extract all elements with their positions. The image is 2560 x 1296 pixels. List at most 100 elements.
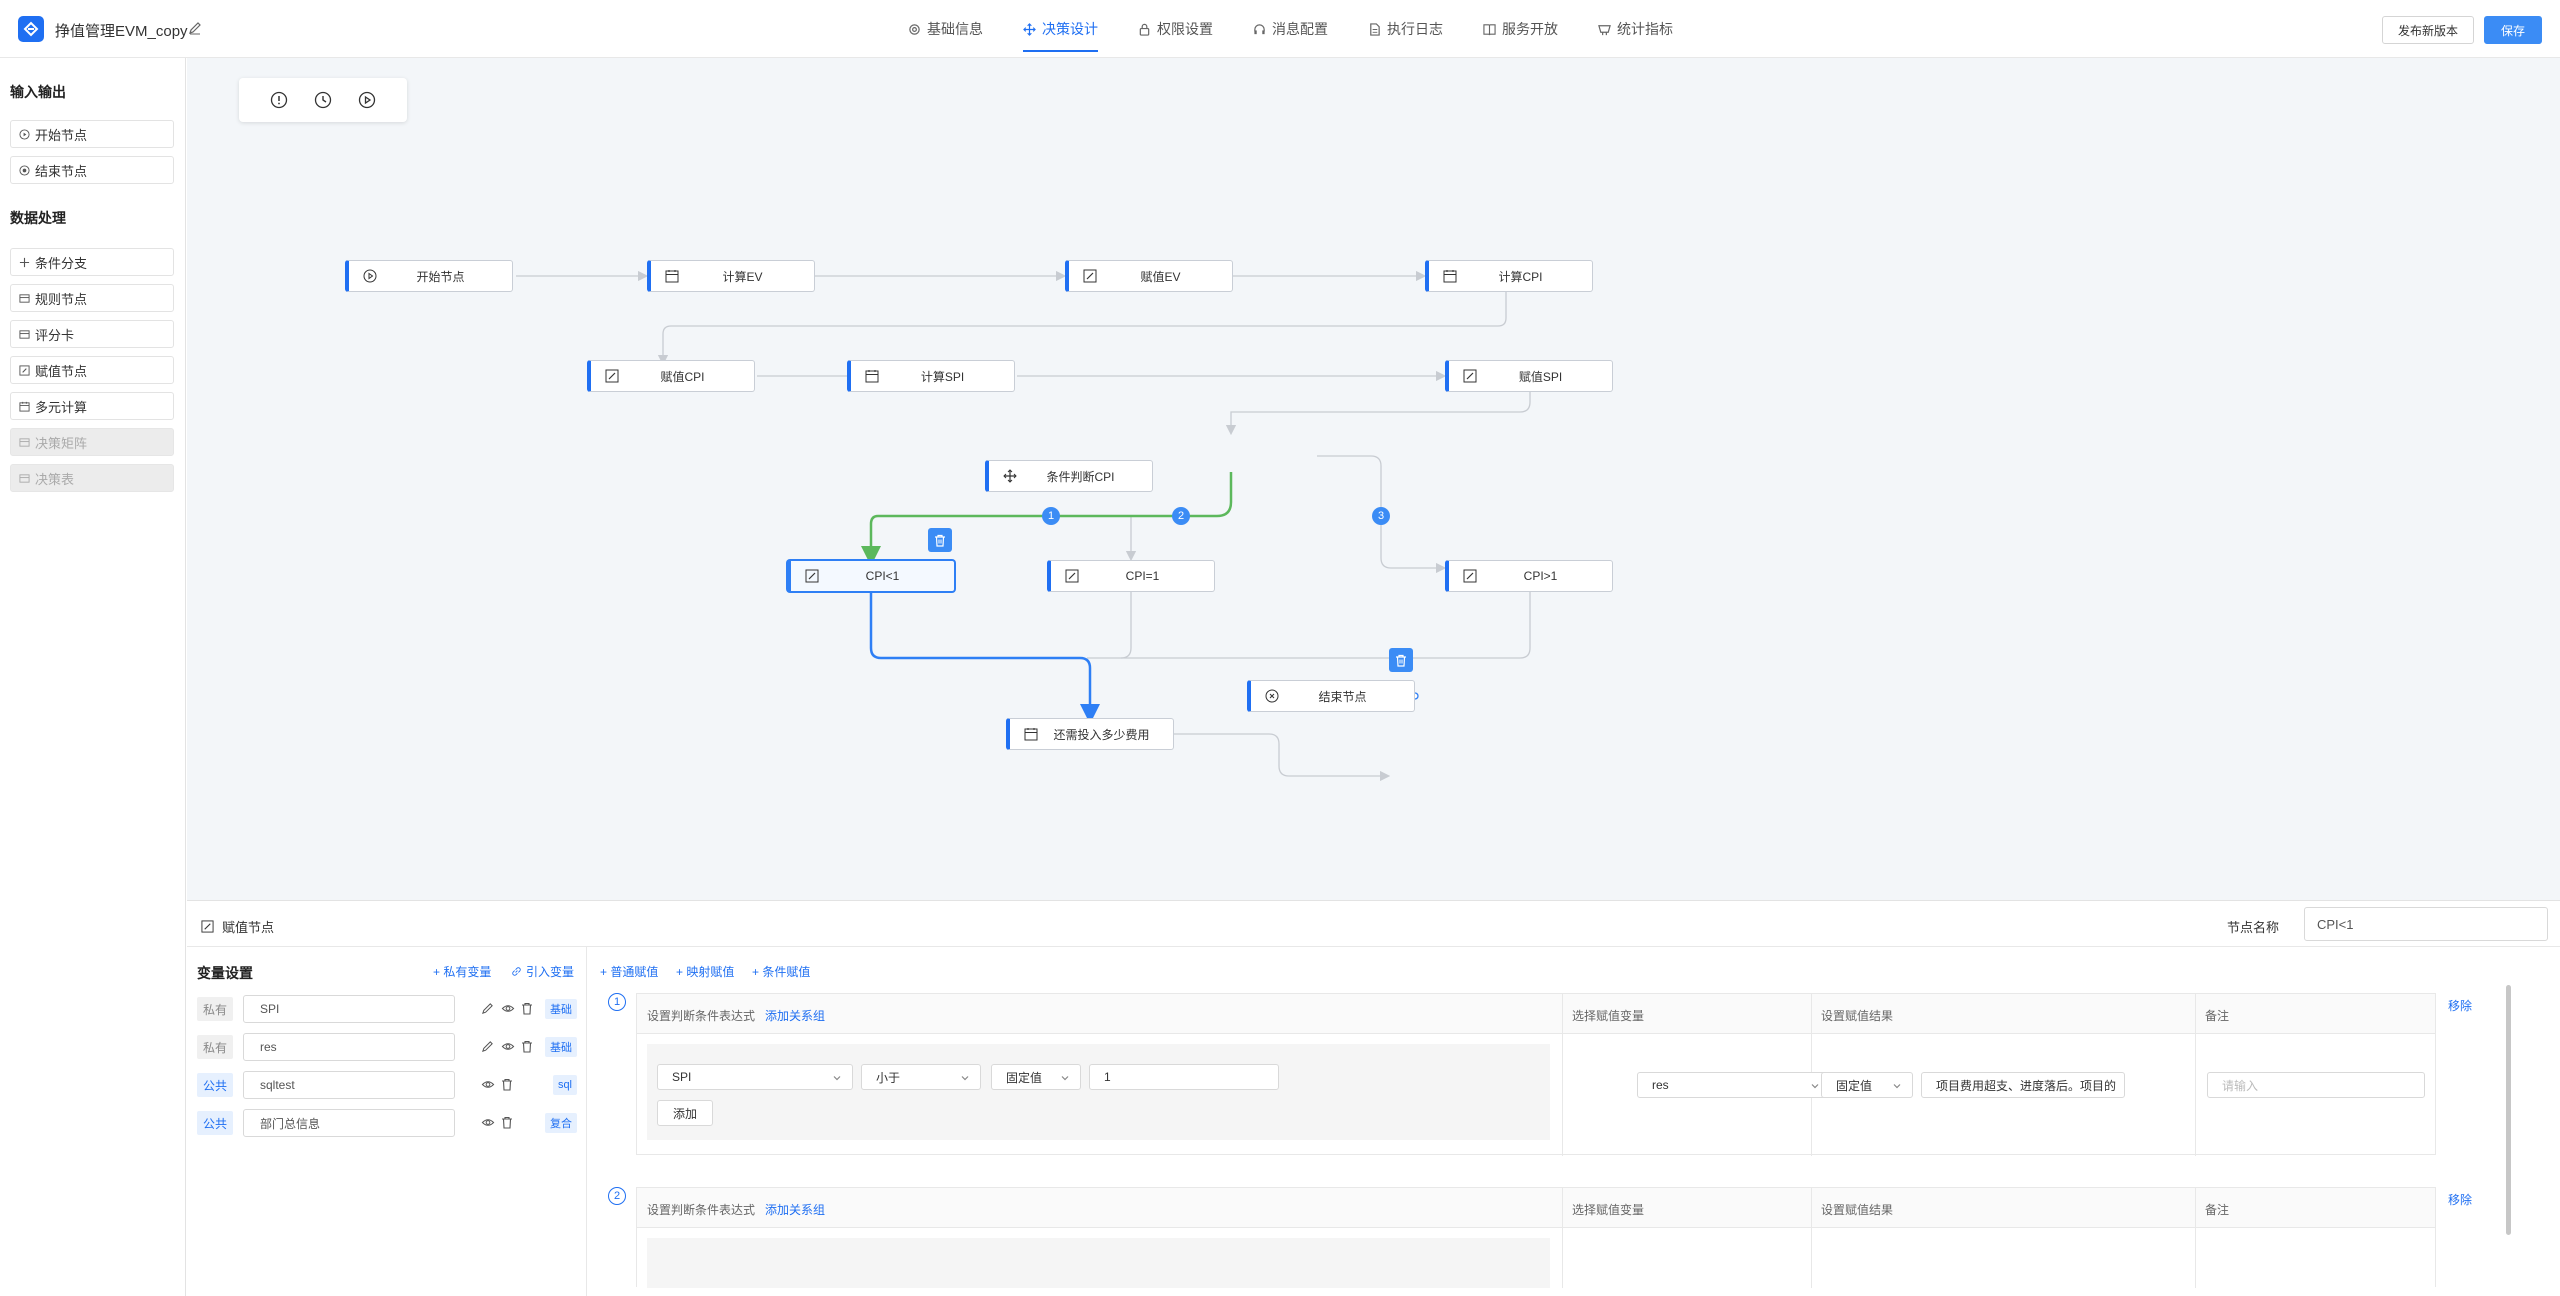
rule-number: 2 bbox=[608, 1187, 626, 1205]
tab-normal-assign[interactable]: + 普通赋值 bbox=[600, 963, 658, 980]
variable-name-input[interactable]: sqltest bbox=[243, 1071, 455, 1099]
tab-permissions[interactable]: 权限设置 bbox=[1118, 0, 1233, 58]
play-icon bbox=[19, 128, 30, 140]
value-type-select[interactable]: 固定值 bbox=[991, 1064, 1081, 1090]
calendar-icon bbox=[665, 269, 679, 283]
condition-group: SPI 小于 固定值 1 添加 bbox=[647, 1044, 1550, 1140]
branch-badge-2[interactable]: 2 bbox=[1172, 507, 1190, 525]
variable-name-input[interactable]: res bbox=[243, 1033, 455, 1061]
palette-item-label: 结束节点 bbox=[35, 163, 88, 179]
flow-node-calc-ev[interactable]: 计算EV bbox=[647, 260, 815, 292]
calendar-icon bbox=[19, 401, 30, 412]
tab-service-open[interactable]: 服务开放 bbox=[1463, 0, 1578, 58]
tab-statistics[interactable]: 统计指标 bbox=[1578, 0, 1693, 58]
edge bbox=[1120, 592, 1132, 659]
add-relation-group-link[interactable]: 添加关系组 bbox=[765, 1009, 825, 1023]
rule-body: SPI 小于 固定值 1 添加 res 固定值 项目费用超支、进度落后。项目的 … bbox=[637, 1034, 2435, 1154]
branch-badge-3[interactable]: 3 bbox=[1372, 507, 1390, 525]
tab-condition-assign[interactable]: + 条件赋值 bbox=[752, 963, 810, 980]
flow-node-cpi-lt-1[interactable]: CPI<1 bbox=[787, 560, 955, 592]
tab-basic-info[interactable]: 基础信息 bbox=[888, 0, 1003, 58]
delete-variable-icon[interactable] bbox=[501, 1078, 513, 1091]
flow-node-calc-spi[interactable]: 计算SPI bbox=[847, 360, 1015, 392]
operator-select[interactable]: 小于 bbox=[861, 1064, 981, 1090]
palette-item-assign-node[interactable]: 赋值节点 bbox=[10, 356, 174, 384]
tab-decision-design[interactable]: 决策设计 bbox=[1003, 0, 1118, 58]
table-icon bbox=[19, 473, 30, 484]
result-type-select[interactable]: 固定值 bbox=[1821, 1072, 1913, 1098]
variable-name-input[interactable]: 部门总信息 bbox=[243, 1109, 455, 1137]
palette-item-rule-node[interactable]: 规则节点 bbox=[10, 284, 174, 312]
scope-badge: 私有 bbox=[197, 1035, 233, 1059]
palette-item-multi-calc[interactable]: 多元计算 bbox=[10, 392, 174, 420]
flow-node-end[interactable]: 结束节点 bbox=[1247, 680, 1415, 712]
delete-variable-icon[interactable] bbox=[521, 1002, 533, 1015]
headset-icon bbox=[1253, 23, 1266, 36]
view-variable-icon[interactable] bbox=[501, 1040, 515, 1053]
top-header: 挣值管理EVM_copy 基础信息 决策设计 权限设置 消息配置 执行日志 服务… bbox=[0, 0, 2560, 58]
import-variable-link[interactable]: 引入变量 bbox=[511, 963, 574, 980]
edit-variable-icon[interactable] bbox=[481, 1002, 494, 1015]
variable-name-input[interactable]: SPI bbox=[243, 995, 455, 1023]
remove-rule-link[interactable]: 移除 bbox=[2448, 1191, 2472, 1208]
flow-node-remaining-cost[interactable]: 还需投入多少费用 bbox=[1006, 718, 1174, 750]
palette-item-start-node[interactable]: 开始节点 bbox=[10, 120, 174, 148]
view-variable-icon[interactable] bbox=[501, 1002, 515, 1015]
palette-item-end-node[interactable]: 结束节点 bbox=[10, 156, 174, 184]
rule-table-2: 设置判断条件表达式 添加关系组 选择赋值变量 设置赋值结果 备注 bbox=[636, 1187, 2436, 1288]
publish-version-button[interactable]: 发布新版本 bbox=[2382, 16, 2474, 44]
palette-item-condition-branch[interactable]: 条件分支 bbox=[10, 248, 174, 276]
node-name-input[interactable]: CPI<1 bbox=[2304, 907, 2548, 941]
tab-label: 基础信息 bbox=[927, 21, 983, 37]
assign-variable-select[interactable]: res bbox=[1637, 1072, 1831, 1098]
file-icon bbox=[1368, 22, 1381, 36]
rules-scrollbar[interactable] bbox=[2506, 985, 2511, 1235]
edge-selected bbox=[869, 592, 1100, 724]
tab-mapping-assign[interactable]: + 映射赋值 bbox=[676, 963, 734, 980]
save-button[interactable]: 保存 bbox=[2484, 16, 2542, 44]
delete-variable-icon[interactable] bbox=[501, 1116, 513, 1129]
palette-item-label: 开始节点 bbox=[35, 127, 88, 143]
flow-node-condition-cpi[interactable]: 条件判断CPI bbox=[985, 460, 1153, 492]
branch-icon bbox=[19, 257, 30, 268]
flow-node-start[interactable]: 开始节点 bbox=[345, 260, 513, 292]
note-input[interactable]: 请输入 bbox=[2207, 1072, 2425, 1098]
add-private-variable-link[interactable]: + 私有变量 bbox=[433, 963, 491, 980]
chevron-down-icon bbox=[1061, 1076, 1069, 1081]
section-title-data: 数据处理 bbox=[10, 210, 66, 226]
add-condition-button[interactable]: 添加 bbox=[657, 1100, 713, 1126]
view-variable-icon[interactable] bbox=[481, 1078, 495, 1091]
edit-icon bbox=[605, 369, 619, 383]
edit-title-icon[interactable] bbox=[188, 21, 202, 38]
result-value-input[interactable]: 项目费用超支、进度落后。项目的 bbox=[1921, 1072, 2125, 1098]
node-config-panel: 赋值节点 节点名称 CPI<1 变量设置 + 私有变量 引入变量 私有 SPI … bbox=[187, 900, 2560, 1296]
play-icon bbox=[363, 269, 377, 283]
delete-node-button[interactable] bbox=[928, 528, 952, 552]
add-relation-group-link[interactable]: 添加关系组 bbox=[765, 1203, 825, 1217]
flow-node-assign-ev[interactable]: 赋值EV bbox=[1065, 260, 1233, 292]
tab-exec-log[interactable]: 执行日志 bbox=[1348, 0, 1463, 58]
chart-icon bbox=[1598, 23, 1611, 36]
flow-node-calc-cpi[interactable]: 计算CPI bbox=[1425, 260, 1593, 292]
flow-node-cpi-gt-1[interactable]: CPI>1 bbox=[1445, 560, 1613, 592]
cond-header-label: 设置判断条件表达式 bbox=[647, 1009, 756, 1023]
stop-icon bbox=[1265, 689, 1279, 703]
palette-item-label: 多元计算 bbox=[35, 399, 88, 415]
flow-node-assign-spi[interactable]: 赋值SPI bbox=[1445, 360, 1613, 392]
delete-variable-icon[interactable] bbox=[521, 1040, 533, 1053]
edit-variable-icon[interactable] bbox=[481, 1040, 494, 1053]
flow-node-assign-cpi[interactable]: 赋值CPI bbox=[587, 360, 755, 392]
condition-variable-select[interactable]: SPI bbox=[657, 1064, 853, 1090]
condition-group bbox=[647, 1238, 1550, 1288]
condition-value-input[interactable]: 1 bbox=[1089, 1064, 1279, 1090]
flow-canvas[interactable]: 开始节点 计算EV 赋值EV 计算CPI 赋值CPI 计算SPI 赋值SPI 条… bbox=[187, 58, 2560, 900]
remove-rule-link[interactable]: 移除 bbox=[2448, 997, 2472, 1014]
tab-messages[interactable]: 消息配置 bbox=[1233, 0, 1348, 58]
palette-item-scorecard[interactable]: 评分卡 bbox=[10, 320, 174, 348]
branch-badge-1[interactable]: 1 bbox=[1042, 507, 1060, 525]
flow-node-cpi-eq-1[interactable]: CPI=1 bbox=[1047, 560, 1215, 592]
edge bbox=[1087, 592, 1531, 659]
card-icon bbox=[19, 329, 30, 340]
delete-edge-button[interactable] bbox=[1389, 648, 1413, 672]
view-variable-icon[interactable] bbox=[481, 1116, 495, 1129]
